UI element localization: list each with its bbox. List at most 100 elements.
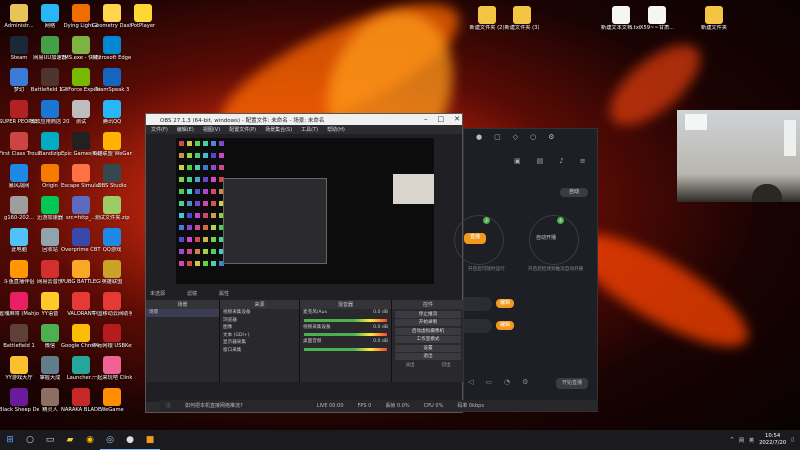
source-item[interactable]: 图像	[220, 324, 299, 332]
app-icon	[41, 196, 59, 214]
screen-icon[interactable]: ▤	[537, 157, 544, 165]
clock-icon[interactable]: ◔	[504, 378, 510, 386]
stop-streaming-button[interactable]: 停止推流	[395, 310, 461, 318]
obs-menu-item[interactable]: 帮助(H)	[327, 126, 345, 133]
tray-overflow-icon[interactable]: ^	[730, 437, 734, 443]
source-item[interactable]: 显示器采集	[220, 339, 299, 347]
live-button[interactable]: 直播	[464, 233, 486, 244]
virtual-camera-button[interactable]: 启动虚拟摄像机	[395, 327, 461, 335]
obs-menu-item[interactable]: 场景集合(S)	[265, 126, 292, 133]
obs-titlebar[interactable]: OBS 27.1.3 (64-bit, windows) - 配置文件: 未命名…	[146, 114, 462, 125]
source-item[interactable]: 视频采集设备	[220, 309, 299, 317]
clock-date: 2022/7/20	[759, 440, 787, 446]
close-icon[interactable]: ✕	[454, 114, 460, 125]
desktop-icon[interactable]: 英雄联盟 WeGame	[92, 132, 132, 157]
edit-button[interactable]: 编辑	[496, 321, 514, 330]
camera-icon[interactable]: ▭	[485, 378, 492, 386]
transition-item[interactable]: 切出	[441, 362, 450, 368]
edit-button[interactable]: 编辑	[496, 299, 514, 308]
input-field[interactable]	[464, 319, 492, 333]
live-assistant-window[interactable]: ● ▢ ◇ ○ ⚙ ▣ ▤ ♪ ≡ 自动 直播 自动开播 2 4 开启后可随时运…	[454, 128, 598, 412]
desktop-icon[interactable]: OBS Studio	[95, 164, 129, 189]
network-icon[interactable]: 网	[739, 437, 744, 444]
record-icon[interactable]: ▣	[514, 157, 521, 165]
desktop-icon-label: 英雄联盟 WeGame	[92, 151, 132, 157]
desktop-icon[interactable]: QQ游戏	[95, 228, 129, 253]
obs-menu-item[interactable]: 编辑(E)	[177, 126, 194, 133]
app-icon	[10, 68, 28, 86]
desktop-icon[interactable]: 测试文件夹.zip	[94, 196, 130, 221]
properties-button[interactable]: 属性	[219, 290, 229, 297]
obs-menu-item[interactable]: 工具(T)	[301, 126, 318, 133]
minimize-icon[interactable]: –	[424, 114, 428, 125]
preview-desktop-icon	[187, 153, 192, 158]
input-field[interactable]	[464, 297, 492, 311]
maximize-icon[interactable]: □	[438, 114, 445, 125]
obs-menu-item[interactable]: 文件(F)	[151, 126, 168, 133]
document-icon	[648, 6, 666, 24]
gear-icon[interactable]: ⚙	[522, 378, 528, 386]
user-icon[interactable]: ○	[530, 133, 536, 141]
desktop-icon[interactable]: 一起来玩吧 Clink Games	[92, 356, 132, 381]
settings-icon[interactable]: ⚙	[548, 133, 554, 141]
stat-item: LIVE 00:00	[316, 402, 344, 409]
desktop-icon[interactable]: X59~~甘肃...	[640, 6, 674, 31]
obs-menu-item[interactable]: 配置文件(P)	[229, 126, 256, 133]
ime-icon[interactable]: 英	[749, 437, 754, 444]
desktop-icon[interactable]: 腾讯QQ	[95, 100, 129, 125]
start-live-button[interactable]: 开始直播	[556, 378, 588, 389]
live-assistant-icon[interactable]: ■	[140, 430, 160, 450]
app-icon	[41, 324, 59, 342]
source-item[interactable]: 窗口采集	[220, 347, 299, 355]
obs-window[interactable]: OBS 27.1.3 (64-bit, windows) - 配置文件: 未命名…	[145, 113, 464, 413]
notification-icon[interactable]: ▯	[791, 437, 794, 443]
windows-start-icon[interactable]: ⊞	[0, 430, 20, 450]
preview-desktop-icon	[211, 153, 216, 158]
obs-preview[interactable]	[176, 138, 434, 284]
desktop-icon[interactable]: 新建文件夹	[697, 6, 731, 31]
menu-icon[interactable]: ≡	[580, 157, 586, 165]
chrome-icon[interactable]: ◉	[80, 430, 100, 450]
app2-bottom-icons: ◁ ▭ ◔ ⚙	[468, 378, 528, 386]
desktop-icon[interactable]: 英雄联盟	[95, 260, 129, 285]
task-view-icon[interactable]: ▭	[40, 430, 60, 450]
desktop-icon[interactable]: 新建文件夹 (3)	[505, 6, 539, 31]
desktop-icon[interactable]: Microsoft Edge	[93, 36, 131, 61]
volume-meter[interactable]	[304, 347, 387, 351]
desktop-icon[interactable]: WeGame	[95, 388, 129, 413]
transition-item[interactable]: 淡出	[405, 362, 414, 368]
avatar[interactable]: ●	[476, 133, 482, 141]
desktop-icon[interactable]: 中行网银 USBKey管...	[92, 324, 132, 349]
desktop-icon[interactable]: 新建文件夹 (2)	[470, 6, 504, 31]
filters-button[interactable]: 滤镜	[187, 290, 197, 297]
clock[interactable]: 10:54 2022/7/20	[759, 433, 786, 447]
channel-name: 桌面音频	[303, 339, 322, 344]
desktop-icon[interactable]: 新建文本文档.txt	[601, 6, 641, 31]
search-icon[interactable]: ○	[20, 430, 40, 450]
obs-icon[interactable]: ●	[120, 430, 140, 450]
start-recording-button[interactable]: 开始录制	[395, 319, 461, 326]
volume-meter[interactable]	[304, 333, 387, 336]
desktop-icon-label: TeamSpeak 3	[94, 87, 130, 93]
tip-text[interactable]: 如何把本机直接网络推流?	[185, 402, 243, 409]
source-item[interactable]: 文本 (GDI+)	[220, 332, 299, 340]
source-item[interactable]: 浏览器	[220, 317, 299, 325]
file-explorer-icon[interactable]: ▰	[60, 430, 80, 450]
settings-button[interactable]: 设置	[395, 344, 461, 352]
obs-menu-item[interactable]: 视图(V)	[203, 126, 220, 133]
desktop-icon[interactable]: 中国移动云网助手	[92, 292, 132, 317]
app-icon	[103, 100, 121, 118]
shirt-icon[interactable]: ▢	[494, 133, 501, 141]
exit-button[interactable]: 退出	[395, 353, 461, 360]
desktop-icon[interactable]: PotPlayer	[126, 4, 160, 29]
desktop-icon[interactable]: TeamSpeak 3	[95, 68, 129, 93]
auto-button[interactable]: 自动	[560, 188, 588, 197]
studio-mode-button[interactable]: 工作室模式	[395, 336, 461, 343]
volume-icon[interactable]: ◁	[468, 378, 473, 386]
scene-item[interactable]: 场景	[146, 309, 219, 317]
app-icon	[72, 100, 90, 118]
gift-icon[interactable]: ◇	[513, 133, 518, 141]
volume-meter[interactable]	[304, 318, 387, 322]
steam-icon[interactable]: ◎	[100, 430, 120, 450]
bell-icon[interactable]: ♪	[559, 157, 563, 165]
